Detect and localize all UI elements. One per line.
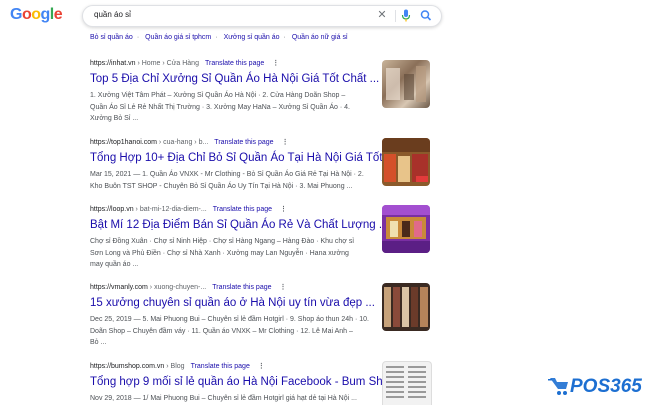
logo-letter: g: [40, 6, 51, 23]
translate-link[interactable]: Translate this page: [214, 139, 273, 146]
result-title[interactable]: 15 xưởng chuyên sỉ quần áo ở Hà Nội uy t…: [90, 296, 380, 310]
snippet-line: Dec 25, 2019 — 5. Mai Phuong Bui – Chuyê…: [90, 316, 369, 323]
result-path: › bat-mi-12-dia-diem-...: [133, 206, 207, 213]
snippet-line: Mar 15, 2021 — 1. Quần Áo VNXK - Mr Clot…: [90, 171, 364, 178]
more-options-icon[interactable]: ⋮: [272, 60, 279, 67]
snippet-line: Bỏ ...: [90, 339, 107, 346]
result-path: › xuong-chuyen-...: [147, 284, 207, 291]
google-logo[interactable]: Google: [10, 6, 63, 24]
translate-link[interactable]: Translate this page: [212, 284, 271, 291]
more-options-icon[interactable]: ⋮: [280, 206, 287, 213]
translate-link[interactable]: Translate this page: [205, 60, 264, 67]
search-result: https://top1hanoi.com › cua-hang › b... T…: [90, 138, 395, 192]
result-cite: https://vmanly.com › xuong-chuyen-... Tra…: [90, 283, 380, 293]
result-domain[interactable]: https://top1hanoi.com: [90, 139, 157, 146]
result-cite: https://loop.vn › bat-mi-12-dia-diem-...…: [90, 205, 380, 215]
snippet-line: Nov 29, 2018 — 1/ Mai Phuong Bui – Chuyê…: [90, 395, 357, 402]
result-snippet: 1. Xưởng Việt Tâm Phát – Xưởng Sỉ Quần Á…: [90, 90, 380, 125]
snippet-line: Kho Buôn TST SHOP - Chuyên Bỏ Sỉ Quần Áo…: [90, 182, 353, 190]
result-domain[interactable]: https://inhat.vn: [90, 60, 136, 67]
logo-letter: G: [10, 6, 22, 23]
snippet-line: 1. Xưởng Việt Tâm Phát – Xưởng Sỉ Quần Á…: [90, 92, 346, 99]
result-snippet: Chợ sỉ Đồng Xuân · Chợ sỉ Ninh Hiệp · Ch…: [90, 236, 380, 271]
snippet-line: Sơn Long và Phủ Điền · Chợ sỉ Nhà Xanh ·…: [90, 249, 349, 257]
search-result: https://loop.vn › bat-mi-12-dia-diem-...…: [90, 205, 388, 271]
search-icon[interactable]: [419, 8, 433, 23]
search-input[interactable]: quần áo sỉ: [94, 10, 131, 19]
result-snippet: Nov 29, 2018 — 1/ Mai Phuong Bui – Chuyê…: [90, 393, 380, 405]
snippet-line: Doãn Shop – Chuyên đầm váy · 11. Quần áo…: [90, 327, 353, 335]
logo-letter: e: [53, 6, 63, 23]
result-cite: https://top1hanoi.com › cua-hang › b... T…: [90, 138, 380, 148]
result-thumbnail[interactable]: [382, 283, 430, 331]
result-thumbnail[interactable]: [382, 361, 432, 405]
related-search-link[interactable]: Quần áo nữ giá sỉ: [292, 34, 348, 41]
related-searches: Bỏ sỉ quần áo · Quần áo giá sỉ tphcm · Xưở…: [90, 34, 348, 41]
result-title[interactable]: Top 5 Địa Chỉ Xưởng Sỉ Quần Áo Hà Nội Gi…: [90, 72, 380, 86]
pos365-logo-text: POS365: [570, 376, 642, 397]
snippet-line: Xưởng Bỏ Sỉ ...: [90, 115, 139, 122]
snippet-line: Chợ sỉ Đồng Xuân · Chợ sỉ Ninh Hiệp · Ch…: [90, 238, 354, 245]
search-result: https://bumshop.com.vn › Blog Translate t…: [90, 362, 395, 405]
result-cite: https://inhat.vn › Home › Cửa Hàng Transl…: [90, 59, 380, 69]
result-snippet: Dec 25, 2019 — 5. Mai Phuong Bui – Chuyê…: [90, 314, 380, 349]
result-thumbnail[interactable]: [382, 205, 430, 253]
result-snippet: Mar 15, 2021 — 1. Quần Áo VNXK - Mr Clot…: [90, 169, 380, 192]
translate-link[interactable]: Translate this page: [191, 363, 250, 370]
result-title[interactable]: Tổng hợp 9 mối sỉ lẻ quần áo Hà Nội Face…: [90, 375, 395, 389]
result-title[interactable]: Bật Mí 12 Địa Điểm Bán Sỉ Quần Áo Rẻ Và …: [90, 218, 388, 232]
divider: [395, 10, 396, 22]
clear-icon[interactable]: ✕: [375, 8, 389, 22]
related-search-link[interactable]: Xưởng sỉ quần áo: [224, 34, 280, 41]
snippet-line: may quần áo ...: [90, 261, 139, 268]
result-domain[interactable]: https://loop.vn: [90, 206, 134, 213]
result-path: › Blog: [164, 363, 185, 370]
translate-link[interactable]: Translate this page: [213, 206, 272, 213]
related-search-link[interactable]: Quần áo giá sỉ tphcm: [145, 34, 211, 41]
result-thumbnail[interactable]: [382, 60, 430, 108]
header: Google quần áo sỉ ✕: [0, 0, 660, 30]
related-search-link[interactable]: Bỏ sỉ quần áo: [90, 34, 133, 41]
result-path: › cua-hang › b...: [156, 139, 209, 146]
more-options-icon[interactable]: ⋮: [258, 363, 265, 370]
more-options-icon[interactable]: ⋮: [280, 284, 287, 291]
snippet-line: Quần Áo Sỉ Lẻ Rẻ Nhất Thị Trường · 3. Xư…: [90, 103, 350, 111]
microphone-icon[interactable]: [399, 8, 413, 23]
search-result: https://vmanly.com › xuong-chuyen-... Tra…: [90, 283, 380, 349]
result-thumbnail[interactable]: [382, 138, 430, 186]
result-domain[interactable]: https://bumshop.com.vn: [90, 363, 164, 370]
result-path: › Home › Cửa Hàng: [135, 60, 199, 67]
result-cite: https://bumshop.com.vn › Blog Translate t…: [90, 362, 380, 372]
logo-letter: o: [21, 6, 32, 23]
result-domain[interactable]: https://vmanly.com: [90, 284, 148, 291]
result-title[interactable]: Tổng Hợp 10+ Địa Chỉ Bỏ Sỉ Quần Áo Tại H…: [90, 151, 395, 165]
logo-letter: o: [31, 6, 41, 23]
search-box[interactable]: quần áo sỉ ✕: [82, 5, 442, 27]
more-options-icon[interactable]: ⋮: [282, 139, 289, 146]
pos365-logo: POS365: [548, 376, 642, 397]
search-result: https://inhat.vn › Home › Cửa Hàng Transl…: [90, 59, 380, 125]
